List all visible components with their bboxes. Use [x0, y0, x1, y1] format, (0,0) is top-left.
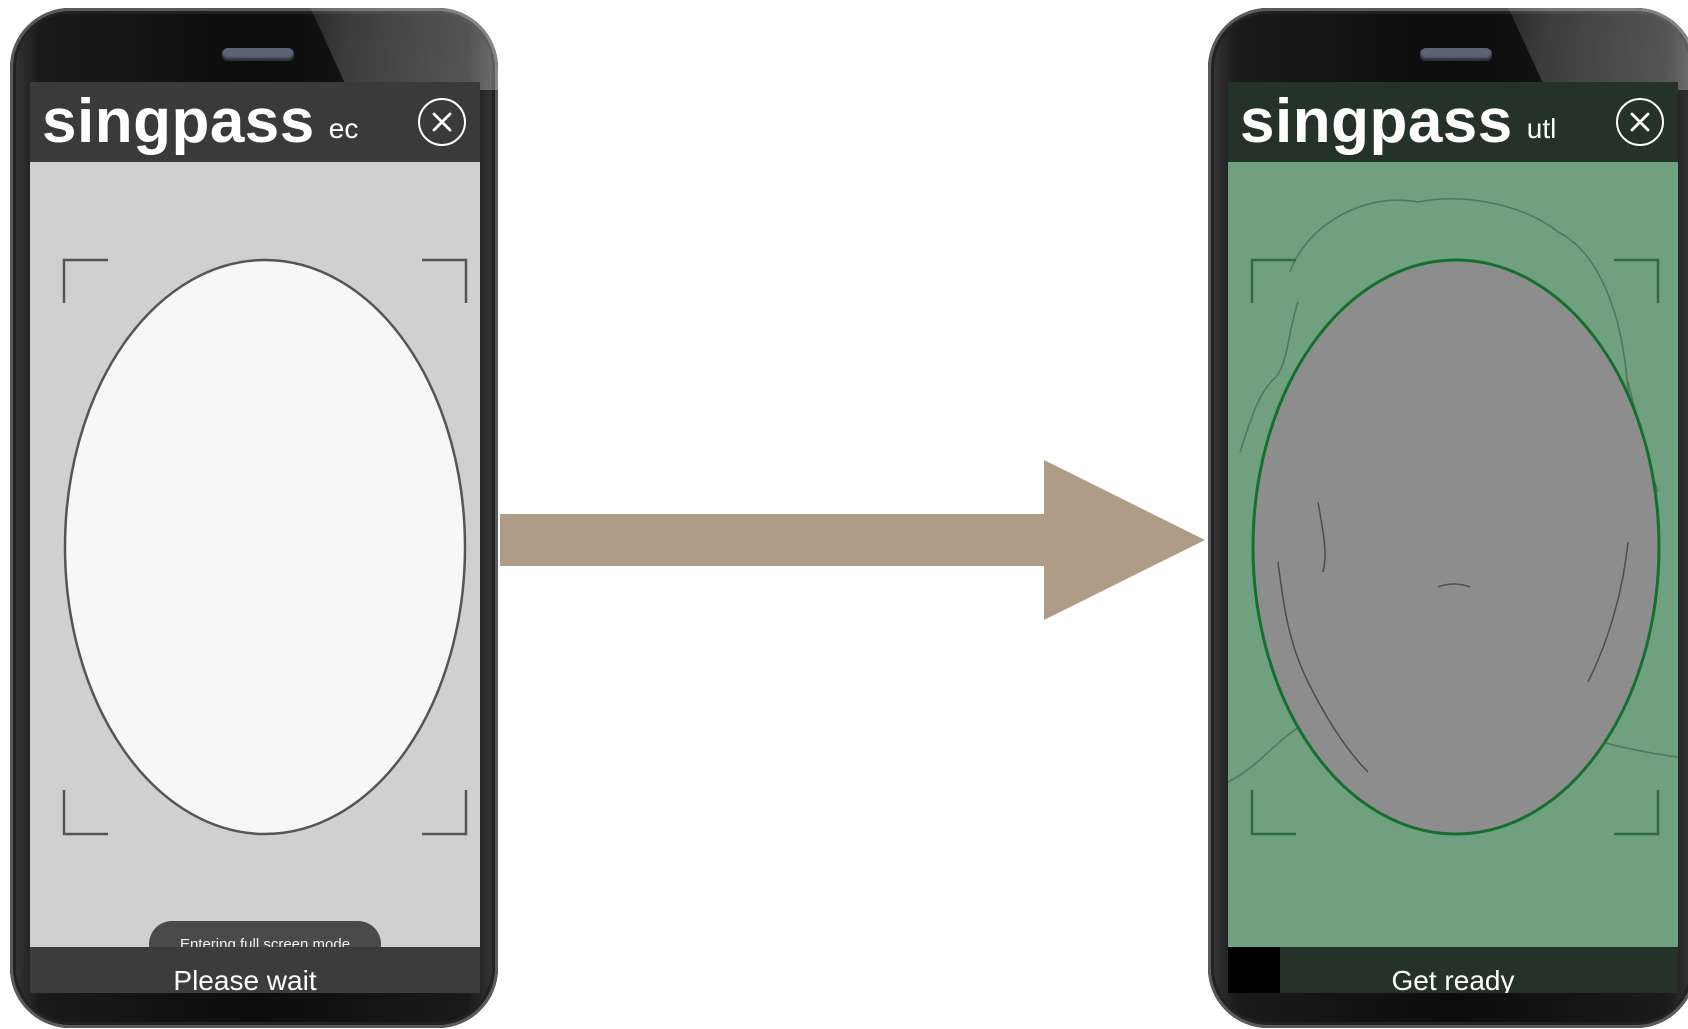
close-icon	[1630, 112, 1650, 132]
face-oval	[63, 258, 467, 836]
status-text: Please wait	[173, 965, 317, 993]
camera-viewfinder	[1228, 162, 1678, 947]
face-oval	[1251, 258, 1661, 836]
close-button[interactable]	[418, 98, 466, 146]
status-bar: Please wait	[30, 947, 480, 993]
singpass-logo: singpass	[42, 87, 315, 156]
phone-frame-left: singpass ec Entering full screen mode Pl…	[10, 8, 498, 1028]
face-guide	[62, 258, 468, 836]
status-text: Get ready	[1391, 965, 1515, 993]
right-arrow-icon	[500, 460, 1205, 620]
phone-screen-right: singpass utl Get ready	[1228, 82, 1678, 993]
camera-viewfinder	[30, 162, 480, 947]
close-icon	[432, 112, 452, 132]
close-button[interactable]	[1616, 98, 1664, 146]
singpass-logo: singpass	[1240, 87, 1513, 156]
phone-speaker	[1420, 48, 1492, 60]
phone-frame-right: singpass utl Get ready	[1208, 8, 1688, 1028]
header-subtitle: ec	[328, 113, 359, 144]
app-header: singpass utl	[1228, 82, 1678, 162]
face-guide	[1228, 198, 1678, 836]
phone-screen-left: singpass ec Entering full screen mode Pl…	[30, 82, 480, 993]
header-subtitle: utl	[1526, 113, 1557, 144]
phone-speaker	[222, 48, 294, 60]
app-header: singpass ec	[30, 82, 480, 162]
status-bar: Get ready	[1228, 947, 1678, 993]
